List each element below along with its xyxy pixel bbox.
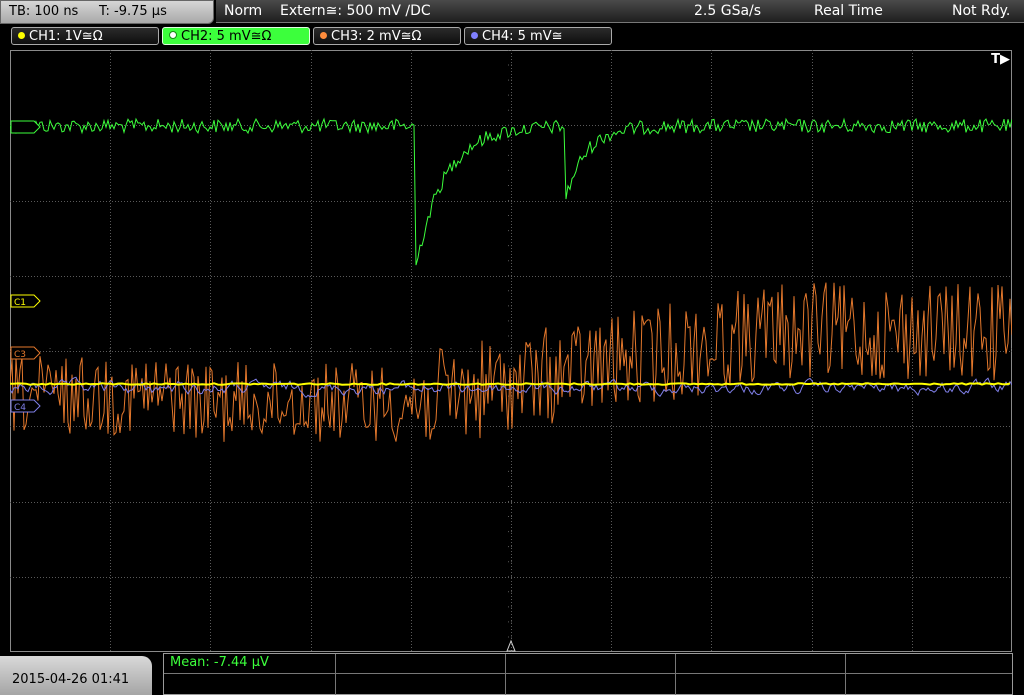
channel-tab-ch2[interactable]: CH2: 5 mV≅Ω [162, 27, 310, 45]
ch4-dot-icon [471, 32, 478, 39]
ch2-dot-icon [169, 31, 177, 39]
status-bar: TB: 100 ns T: -9.75 µs Norm Extern≅: 500… [0, 0, 1024, 24]
ch4-marker[interactable]: C4 [10, 399, 41, 413]
ch1-dot-icon [18, 32, 25, 39]
measurement-cell[interactable]: Mean: -7.44 µV [164, 654, 336, 674]
ch3-dot-icon [320, 32, 327, 39]
trigger-mode[interactable]: Norm [224, 3, 262, 19]
datetime-panel: 2015-04-26 01:41 [0, 656, 152, 695]
channel-tabs: CH1: 1V≅Ω CH2: 5 mV≅Ω CH3: 2 mV≅Ω CH4: 5… [0, 25, 1024, 49]
acquisition-state: Not Rdy. [952, 3, 1011, 19]
ch1-marker-label: C1 [14, 298, 26, 308]
measurement-cell[interactable] [506, 654, 676, 674]
channel-tab-ch4[interactable]: CH4: 5 mV≅ [464, 27, 612, 45]
acquisition-status-strip: Norm Extern≅: 500 mV ∕DC 2.5 GSa/s Real … [216, 0, 1024, 23]
measurement-cell[interactable] [846, 654, 1012, 674]
measurement-cell[interactable] [336, 674, 506, 695]
channel-tab-ch1[interactable]: CH1: 1V≅Ω [11, 27, 159, 45]
measurement-panel[interactable]: Mean: -7.44 µV [163, 653, 1013, 695]
measurement-cell[interactable] [336, 654, 506, 674]
ch2-marker[interactable] [10, 120, 41, 134]
measurement-cell[interactable] [164, 674, 336, 695]
ch3-marker-label: C3 [14, 350, 26, 360]
channel-label: CH2: 5 mV≅Ω [181, 29, 272, 44]
timebase-panel[interactable]: TB: 100 ns T: -9.75 µs [0, 0, 214, 24]
sample-rate[interactable]: 2.5 GSa/s [694, 3, 761, 19]
ch1-marker[interactable]: C1 [10, 294, 41, 308]
acquisition-mode[interactable]: Real Time [814, 3, 883, 19]
measurement-cell[interactable] [506, 674, 676, 695]
mean-measurement: Mean: -7.44 µV [170, 655, 269, 670]
trigger-indicator-icon: T▶ [991, 52, 1010, 67]
channel-tab-ch3[interactable]: CH3: 2 mV≅Ω [313, 27, 461, 45]
ch3-marker[interactable]: C3 [10, 346, 41, 360]
waveform-canvas[interactable]: C1 C3 C4 [10, 50, 1012, 652]
channel-label: CH4: 5 mV≅ [482, 29, 563, 44]
measurement-cell[interactable] [846, 674, 1012, 695]
measurement-cell[interactable] [676, 674, 846, 695]
trigger-time-label: T: -9.75 µs [99, 4, 167, 19]
ch4-marker-label: C4 [14, 403, 26, 413]
timebase-label: TB: 100 ns [9, 4, 79, 19]
channel-label: CH1: 1V≅Ω [29, 29, 103, 44]
channel-label: CH3: 2 mV≅Ω [331, 29, 422, 44]
datetime-label: 2015-04-26 01:41 [12, 672, 130, 687]
trigger-source[interactable]: Extern≅: 500 mV ∕DC [280, 3, 431, 19]
measurement-cell[interactable] [676, 654, 846, 674]
waveform-display[interactable]: C1 C3 C4 T▶ [10, 50, 1012, 652]
